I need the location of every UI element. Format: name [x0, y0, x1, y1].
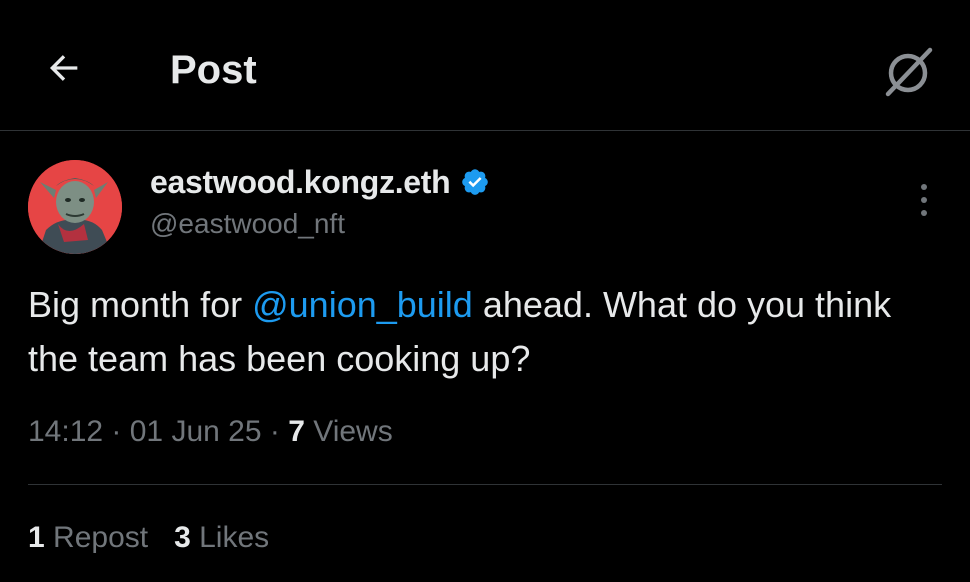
- views-count: 7: [288, 415, 305, 448]
- post-text-part: Big month for: [28, 284, 253, 325]
- author-row: eastwood.kongz.eth: [150, 162, 490, 202]
- likes-count: 3: [174, 521, 191, 554]
- author-display-name[interactable]: eastwood.kongz.eth: [150, 164, 451, 201]
- reposts-count: 1: [28, 521, 45, 554]
- mention-link[interactable]: @union_build: [252, 284, 473, 325]
- back-button[interactable]: [40, 44, 88, 92]
- author-handle[interactable]: @eastwood_nft: [150, 208, 345, 240]
- more-options-button[interactable]: [906, 180, 942, 220]
- grok-button[interactable]: [876, 40, 940, 104]
- page-title: Post: [170, 48, 257, 92]
- views-label: Views: [313, 415, 393, 448]
- engagement-stats: 1 Repost 3 Likes: [28, 516, 269, 560]
- likes-stat[interactable]: 3 Likes: [174, 516, 269, 560]
- avatar[interactable]: [28, 160, 122, 254]
- more-vertical-icon: [921, 184, 927, 216]
- reposts-stat[interactable]: 1 Repost: [28, 516, 148, 560]
- separator-dot: ·: [111, 415, 130, 448]
- separator-dot: ·: [269, 415, 289, 448]
- post-text: Big month for @union_build ahead. What d…: [28, 278, 938, 386]
- post-time[interactable]: 14:12: [28, 415, 103, 448]
- verified-badge-icon[interactable]: [460, 167, 490, 197]
- post-date[interactable]: 01 Jun 25: [130, 415, 262, 448]
- post-metadata: 14:12 · 01 Jun 25 · 7 Views: [28, 410, 393, 454]
- arrow-left-icon: [49, 55, 78, 81]
- divider: [28, 484, 942, 485]
- top-bar: Post: [0, 0, 970, 131]
- grok-icon: [885, 47, 933, 97]
- reposts-label: Repost: [53, 521, 149, 554]
- avatar-image: [28, 160, 122, 254]
- likes-label: Likes: [199, 521, 270, 554]
